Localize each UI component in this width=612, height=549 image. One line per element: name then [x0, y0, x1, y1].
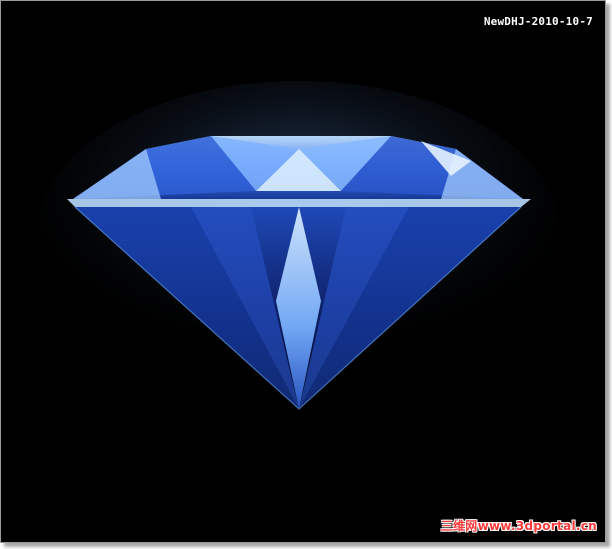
image-frame: NewDHJ-2010-10-7 三维网www.3dportal.cn: [0, 0, 606, 543]
diamond-illustration: [39, 81, 559, 410]
gem-girdle: [67, 199, 531, 207]
watermark-text: 三维网www.3dportal.cn: [440, 519, 597, 533]
